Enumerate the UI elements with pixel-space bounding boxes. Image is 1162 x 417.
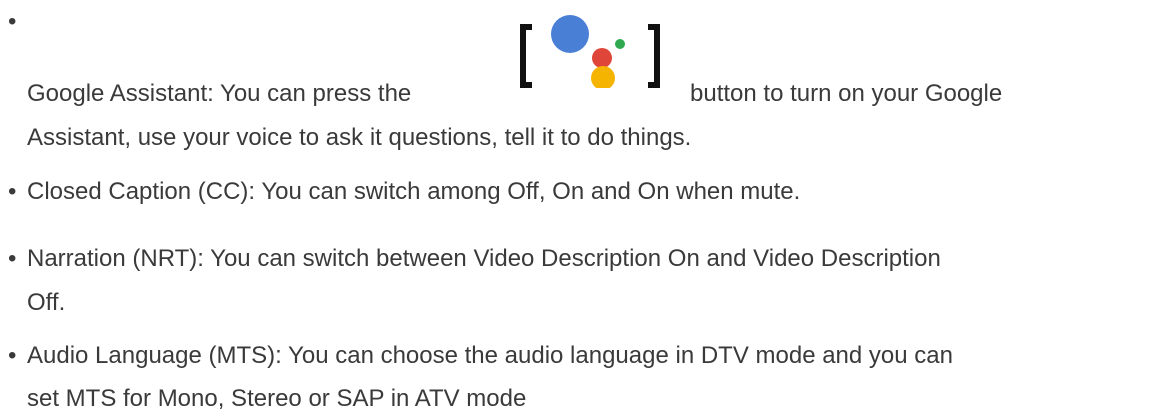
blue-dot bbox=[551, 15, 589, 53]
closed-caption-text: Closed Caption (CC): You can switch amon… bbox=[27, 178, 801, 205]
narration-text-2: Off. bbox=[27, 289, 66, 316]
bullet: • bbox=[8, 245, 17, 272]
bracket-right bbox=[648, 24, 660, 88]
audio-language-text-1: Audio Language (MTS): You can choose the… bbox=[27, 342, 953, 369]
bracket-left bbox=[520, 24, 532, 88]
bullet: • bbox=[8, 342, 17, 369]
bullet: • bbox=[8, 178, 17, 205]
google-assistant-text-2: button to turn on your Google bbox=[690, 80, 1003, 107]
google-assistant-text-1: Google Assistant: You can press the bbox=[27, 80, 412, 107]
green-dot bbox=[615, 39, 625, 49]
google-assistant-icon bbox=[520, 15, 660, 88]
narration-text-1: Narration (NRT): You can switch between … bbox=[27, 245, 941, 272]
yellow-dot bbox=[591, 66, 615, 88]
bullet: • bbox=[8, 8, 17, 35]
audio-language-text-2: set MTS for Mono, Stereo or SAP in ATV m… bbox=[27, 385, 527, 412]
red-dot bbox=[592, 48, 612, 68]
google-assistant-text-3: Assistant, use your voice to ask it ques… bbox=[27, 124, 692, 151]
